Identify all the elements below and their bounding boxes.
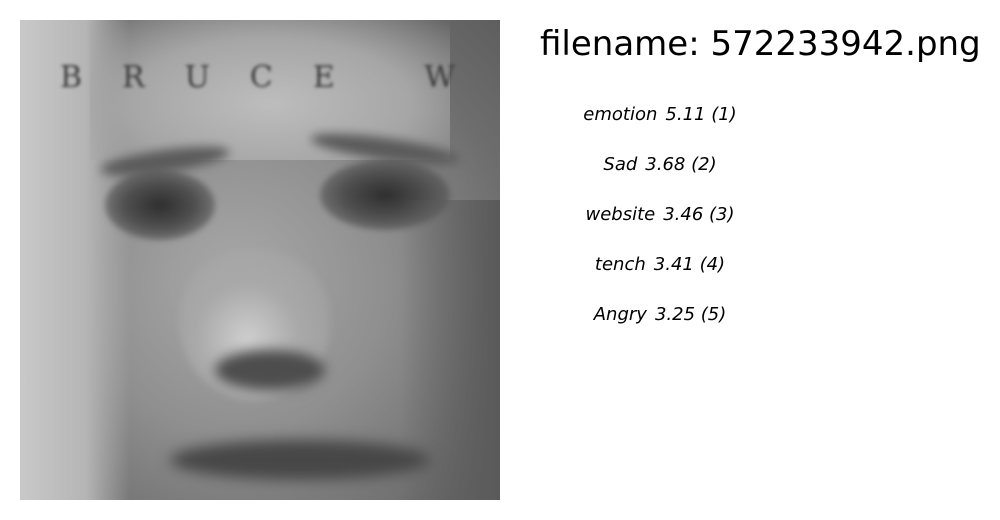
prediction-item: website 3.46 (3)	[560, 200, 760, 250]
prediction-item: Angry 3.25 (5)	[560, 300, 760, 350]
prediction-rank: (3)	[709, 204, 735, 225]
prediction-score: 3.68	[645, 154, 686, 175]
photo-overlay-text: BRUCE W	[60, 60, 496, 95]
prediction-rank: (1)	[711, 104, 737, 125]
photo-left-eye	[105, 170, 215, 240]
prediction-label: emotion	[583, 104, 658, 125]
prediction-rank: (4)	[699, 254, 726, 275]
prediction-label: Sad	[603, 154, 638, 175]
prediction-item: tench 3.41 (4)	[560, 250, 760, 300]
prediction-score: 3.46	[663, 204, 704, 225]
photo-mouth	[170, 440, 430, 480]
photo-nostrils	[215, 350, 325, 390]
prediction-score: 5.11	[665, 104, 706, 125]
prediction-rank: (2)	[691, 154, 717, 175]
prediction-item: emotion 5.11 (1)	[560, 100, 760, 150]
prediction-rank: (5)	[700, 304, 727, 325]
prediction-score: 3.41	[653, 254, 694, 275]
prediction-label: Angry	[593, 304, 647, 325]
prediction-score: 3.25	[654, 304, 696, 325]
prediction-label: website	[585, 204, 656, 225]
prediction-list: emotion 5.11 (1) Sad 3.68 (2) website 3.46 …	[560, 100, 760, 350]
filename-heading: filename: 572233942.png	[540, 24, 981, 64]
prediction-label: tench	[594, 254, 646, 275]
prediction-item: Sad 3.68 (2)	[560, 150, 760, 200]
face-photo: BRUCE W	[20, 20, 500, 500]
